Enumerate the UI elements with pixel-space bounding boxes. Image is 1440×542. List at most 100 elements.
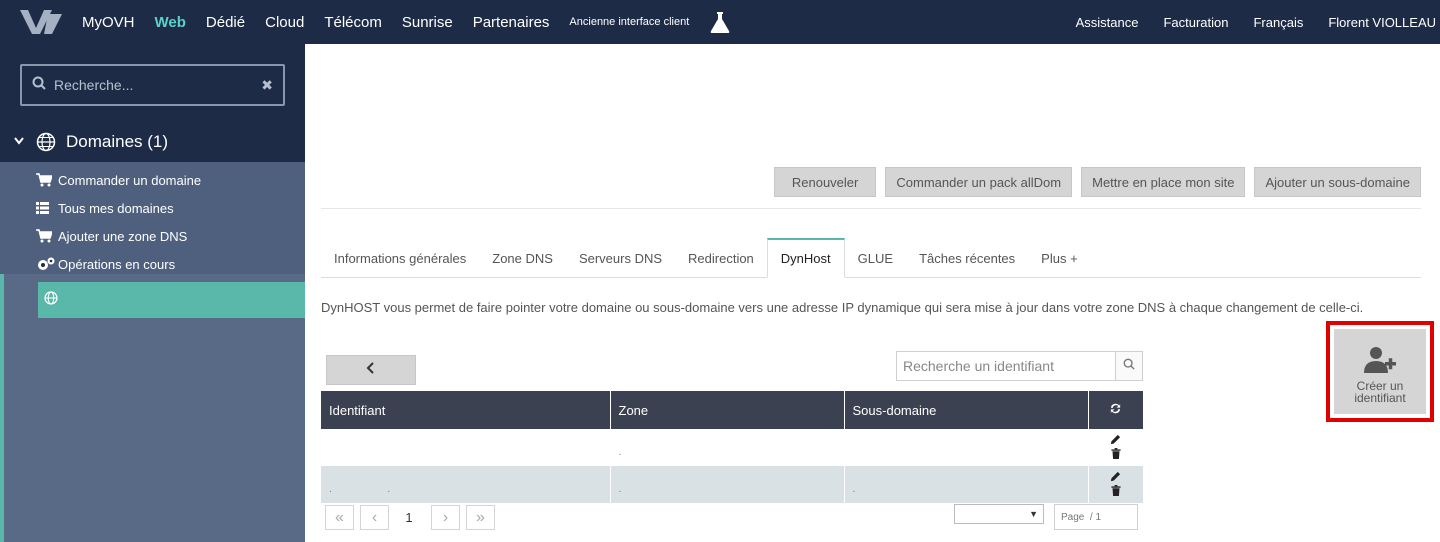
user-menu[interactable]: Florent VIOLLEAU: [1328, 15, 1436, 30]
language-selector[interactable]: Français: [1253, 15, 1303, 30]
renew-button[interactable]: Renouveler: [773, 167, 877, 197]
sidebar-item-order-domain[interactable]: Commander un domaine: [0, 166, 305, 194]
table-row: . . . .: [321, 466, 1143, 503]
cell-zone: .: [610, 466, 845, 503]
dynhost-description: DynHOST vous permet de faire pointer vot…: [321, 300, 1364, 315]
ovh-logo[interactable]: [18, 7, 66, 37]
cell-subdomain: [844, 429, 1089, 466]
tab-redirection[interactable]: Redirection: [675, 239, 767, 277]
sidebar-item-all-domains[interactable]: Tous mes domaines: [0, 194, 305, 222]
prev-page-button[interactable]: ‹: [360, 505, 389, 530]
highlight-frame: Créer un identifiant: [1326, 321, 1434, 422]
nav-partenaires[interactable]: Partenaires: [473, 14, 550, 31]
refresh-button[interactable]: [1088, 391, 1143, 429]
tab-dns-servers[interactable]: Serveurs DNS: [566, 239, 675, 277]
last-page-button[interactable]: »: [466, 505, 495, 530]
sidebar-links: Commander un domaine Tous mes domaines A…: [0, 162, 305, 278]
chevron-right-icon: ›: [442, 508, 449, 526]
search-icon: [1123, 357, 1135, 375]
nav-myovh[interactable]: MyOVH: [82, 14, 135, 31]
nav-cloud[interactable]: Cloud: [265, 14, 304, 31]
cell-subdomain: .: [844, 466, 1089, 503]
nav-sunrise[interactable]: Sunrise: [402, 14, 453, 31]
row-actions: [1088, 466, 1143, 503]
caret-down-icon: ▼: [1029, 509, 1038, 519]
tab-dynhost[interactable]: DynHost: [766, 238, 845, 278]
list-icon: [36, 202, 58, 214]
page-size-select[interactable]: ▼: [954, 504, 1044, 524]
search-icon: [32, 76, 46, 95]
divider: [321, 208, 1421, 209]
domain-action-buttons: Renouveler Commander un pack allDom Mett…: [765, 167, 1421, 197]
tab-dns-zone[interactable]: Zone DNS: [479, 239, 566, 277]
sidebar-accent-bar: [0, 274, 4, 542]
next-page-button[interactable]: ›: [431, 505, 460, 530]
old-interface-link[interactable]: Ancienne interface client: [569, 16, 689, 28]
add-user-icon: [1363, 345, 1397, 380]
clear-search-icon[interactable]: ✖: [261, 77, 273, 94]
row-actions: [1088, 429, 1143, 466]
sidebar-search[interactable]: ✖: [20, 64, 285, 106]
domain-tabs: Informations générales Zone DNS Serveurs…: [321, 238, 1421, 278]
cell-identifier: . .: [321, 466, 611, 503]
sidebar-item-label: Commander un domaine: [58, 172, 202, 188]
tab-recent-tasks[interactable]: Tâches récentes: [906, 239, 1028, 277]
cart-icon: [36, 173, 58, 187]
col-header-subdomain[interactable]: Sous-domaine: [844, 391, 1089, 429]
page-number-input[interactable]: Page / 1: [1054, 504, 1138, 530]
add-subdomain-button[interactable]: Ajouter un sous-domaine: [1254, 167, 1421, 197]
globe-icon: [36, 132, 56, 152]
sidebar-item-label: Opérations en cours: [58, 256, 176, 272]
cell-identifier: [321, 429, 611, 466]
order-alldom-button[interactable]: Commander un pack allDom: [885, 167, 1073, 197]
tab-glue[interactable]: GLUE: [845, 239, 906, 277]
col-header-zone[interactable]: Zone: [610, 391, 845, 429]
gears-icon: [36, 256, 58, 272]
nav-dedie[interactable]: Dédié: [206, 14, 245, 31]
create-identifier-label: Créer un identifiant: [1354, 379, 1406, 405]
sidebar-item-label: Tous mes domaines: [58, 200, 174, 216]
double-chevron-left-icon: «: [335, 508, 344, 526]
table-header-row: Identifiant Zone Sous-domaine: [321, 391, 1143, 429]
trash-icon[interactable]: [1108, 484, 1124, 496]
sidebar-item-add-dns-zone[interactable]: Ajouter une zone DNS: [0, 222, 305, 250]
trash-icon[interactable]: [1108, 447, 1124, 459]
sidebar: ✖ Domaines (1) Commander un domaine Tous…: [0, 44, 305, 542]
nav-facturation[interactable]: Facturation: [1163, 15, 1228, 30]
back-button[interactable]: [326, 355, 416, 385]
pagination: « ‹ 1 › »: [325, 505, 501, 530]
edit-icon[interactable]: [1108, 434, 1124, 445]
main-content: Renouveler Commander un pack allDom Mett…: [305, 44, 1440, 542]
current-page[interactable]: 1: [395, 510, 423, 525]
nav-web[interactable]: Web: [155, 14, 186, 31]
sidebar-active-domain[interactable]: [38, 282, 305, 318]
refresh-icon: [1109, 403, 1122, 418]
nav-telecom[interactable]: Télécom: [324, 14, 382, 31]
table-row: .: [321, 429, 1143, 466]
flask-icon[interactable]: [709, 10, 731, 34]
first-page-button[interactable]: «: [325, 505, 354, 530]
dynhost-table: Identifiant Zone Sous-domaine . . . . .: [321, 391, 1143, 503]
setup-site-button[interactable]: Mettre en place mon site: [1081, 167, 1246, 197]
globe-icon: [44, 290, 58, 310]
domains-section-header[interactable]: Domaines (1): [14, 132, 168, 152]
cart-icon: [36, 229, 58, 243]
create-identifier-button[interactable]: Créer un identifiant: [1334, 329, 1426, 414]
identifier-search: [896, 351, 1143, 381]
nav-assistance[interactable]: Assistance: [1076, 15, 1139, 30]
domains-header-label: Domaines (1): [66, 132, 169, 151]
chevron-left-icon: [366, 361, 376, 379]
tab-general-info[interactable]: Informations générales: [321, 239, 479, 277]
top-navbar: MyOVH Web Dédié Cloud Télécom Sunrise Pa…: [0, 0, 1440, 44]
col-header-identifier[interactable]: Identifiant: [321, 391, 611, 429]
tab-more[interactable]: Plus +: [1028, 239, 1091, 277]
chevron-left-icon: ‹: [371, 508, 378, 526]
page-label: Page / 1: [1061, 511, 1102, 523]
cell-zone: .: [610, 429, 845, 466]
sidebar-search-input[interactable]: [54, 77, 262, 93]
identifier-search-input[interactable]: [897, 352, 1115, 380]
search-button[interactable]: [1115, 352, 1142, 380]
edit-icon[interactable]: [1108, 471, 1124, 482]
chevron-down-icon[interactable]: [14, 136, 24, 148]
sidebar-header: ✖ Domaines (1): [0, 44, 305, 162]
